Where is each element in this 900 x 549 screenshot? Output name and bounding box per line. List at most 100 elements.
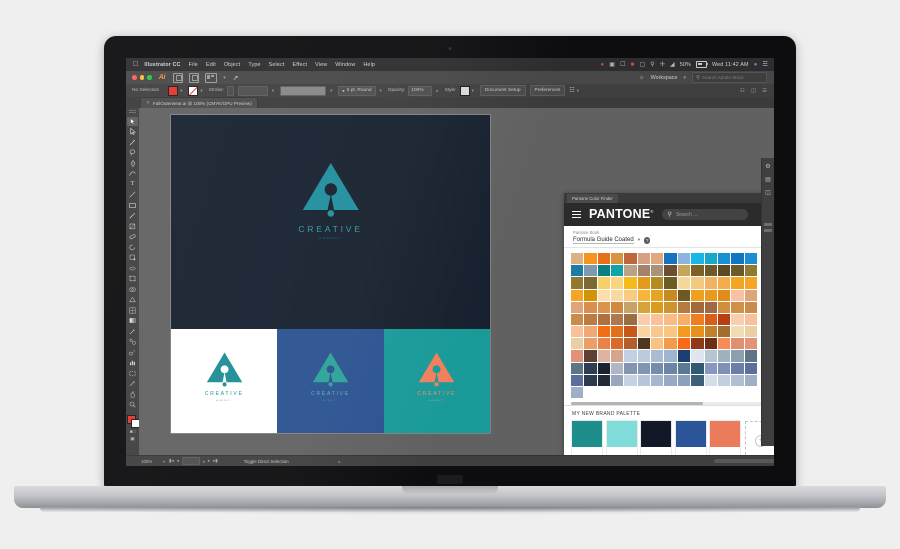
- tools-panel-grip[interactable]: [129, 110, 136, 113]
- pantone-grid-swatch[interactable]: [637, 265, 651, 277]
- pantone-grid-swatch[interactable]: [637, 326, 651, 338]
- bulb-icon[interactable]: ☼: [639, 74, 645, 81]
- first-page-icon[interactable]: ▮◂: [169, 458, 174, 464]
- selection-tool[interactable]: [127, 117, 138, 126]
- pantone-grid-swatch[interactable]: [717, 362, 731, 374]
- pantone-grid-swatch[interactable]: [637, 253, 651, 265]
- brand-palette-swatch[interactable]: PANTONE®333 C: [606, 421, 637, 456]
- menu-file[interactable]: File: [189, 62, 198, 68]
- pantone-grid-swatch[interactable]: [677, 253, 691, 265]
- pantone-grid-swatch[interactable]: [744, 265, 757, 277]
- pantone-grid-swatch[interactable]: [651, 265, 664, 277]
- pantone-grid-swatch[interactable]: [624, 338, 637, 350]
- pantone-grid-swatch[interactable]: [571, 301, 584, 313]
- pantone-grid-swatch[interactable]: [624, 350, 637, 362]
- pantone-grid-swatch[interactable]: [731, 265, 744, 277]
- magic-wand-tool[interactable]: [127, 138, 138, 147]
- pantone-grid-swatch[interactable]: [704, 313, 717, 326]
- pantone-grid-swatch[interactable]: [664, 362, 677, 374]
- chevron-down-icon[interactable]: ▾: [638, 237, 640, 243]
- pantone-grid-swatch[interactable]: [571, 350, 584, 362]
- pantone-grid-swatch[interactable]: [651, 338, 664, 350]
- pantone-grid-swatch[interactable]: [584, 326, 597, 338]
- hamburger-icon[interactable]: [572, 210, 581, 219]
- zoom-level[interactable]: 100%: [141, 459, 159, 464]
- arrange-documents-icon[interactable]: [205, 72, 218, 83]
- pantone-grid-swatch[interactable]: [677, 350, 691, 362]
- screen-icon[interactable]: ▢: [639, 61, 645, 68]
- fill-caret-icon[interactable]: ▾: [180, 88, 182, 94]
- color-mode-icons[interactable]: ■□: [128, 428, 138, 434]
- last-page-icon[interactable]: ▸▮: [213, 458, 218, 464]
- pantone-grid-swatch[interactable]: [571, 313, 584, 326]
- brand-palette-swatch[interactable]: PANTONE®7686 C: [675, 421, 706, 456]
- pantone-grid-swatch[interactable]: [624, 362, 637, 374]
- stock-search-input[interactable]: ⚲ Search Adobe Stock: [692, 72, 767, 83]
- status-mode-caret-icon[interactable]: ▸: [339, 459, 341, 464]
- pantone-grid-swatch[interactable]: [651, 289, 664, 301]
- brand-palette-swatch[interactable]: PANTONE®2434 C: [710, 421, 740, 456]
- pantone-grid-swatch[interactable]: [744, 326, 757, 338]
- pantone-grid-swatch[interactable]: [704, 265, 717, 277]
- pantone-grid-swatch[interactable]: [677, 289, 691, 301]
- zoom-window-button[interactable]: [147, 75, 152, 80]
- bluetooth-icon[interactable]: ✢: [660, 61, 665, 68]
- pantone-grid-swatch[interactable]: [597, 253, 611, 265]
- stroke-profile-caret-icon[interactable]: ▾: [330, 88, 332, 94]
- pantone-grid-swatch[interactable]: [677, 338, 691, 350]
- pantone-grid-swatch[interactable]: [651, 253, 664, 265]
- dropbox-icon[interactable]: ●: [601, 62, 605, 68]
- document-setup-button[interactable]: Document Setup: [479, 85, 526, 96]
- zoom-tool[interactable]: [127, 401, 138, 410]
- pantone-grid-swatch[interactable]: [704, 362, 717, 374]
- pantone-grid-swatch[interactable]: [584, 374, 597, 386]
- pantone-grid-swatch[interactable]: [597, 301, 611, 313]
- pantone-grid-swatch[interactable]: [651, 350, 664, 362]
- pantone-grid-swatch[interactable]: [611, 301, 624, 313]
- user-icon[interactable]: ●: [754, 62, 758, 68]
- prev-page-icon[interactable]: ◂: [177, 458, 179, 464]
- screen-mode-icon[interactable]: ▣: [128, 436, 138, 442]
- rectangle-tool[interactable]: [127, 201, 138, 210]
- pantone-grid-swatch[interactable]: [717, 326, 731, 338]
- rocket-icon[interactable]: ➚: [233, 74, 239, 82]
- pantone-grid-swatch[interactable]: [691, 265, 704, 277]
- pantone-grid-swatch[interactable]: [584, 362, 597, 374]
- pantone-grid-swatch[interactable]: [624, 265, 637, 277]
- column-graph-tool[interactable]: [127, 359, 138, 368]
- menu-edit[interactable]: Edit: [206, 62, 216, 68]
- pantone-grid-swatch[interactable]: [717, 313, 731, 326]
- shaper-tool[interactable]: [127, 222, 138, 231]
- next-page-icon[interactable]: ▸: [208, 458, 210, 464]
- pantone-grid-swatch[interactable]: [611, 374, 624, 386]
- align-icon[interactable]: ☷: [569, 87, 574, 94]
- pantone-grid-swatch[interactable]: [691, 338, 704, 350]
- pantone-grid-swatch[interactable]: [731, 253, 744, 265]
- pantone-grid-swatch[interactable]: [731, 362, 744, 374]
- apple-icon[interactable]: : [133, 61, 138, 68]
- pantone-grid-swatch[interactable]: [744, 289, 757, 301]
- pantone-grid-swatch[interactable]: [664, 301, 677, 313]
- hero-artwork[interactable]: CREATIVE AGENCY: [171, 115, 490, 329]
- pantone-grid-swatch[interactable]: [611, 289, 624, 301]
- mesh-tool[interactable]: [127, 306, 138, 315]
- pantone-grid-swatch[interactable]: [677, 265, 691, 277]
- pen-tool[interactable]: [127, 159, 138, 168]
- pantone-grid-swatch[interactable]: [637, 301, 651, 313]
- line-segment-tool[interactable]: [127, 191, 138, 200]
- opacity-caret-icon[interactable]: ▸: [436, 88, 438, 94]
- pantone-grid-swatch[interactable]: [691, 313, 704, 326]
- pantone-grid-swatch[interactable]: [744, 374, 757, 386]
- pantone-grid-swatch[interactable]: [611, 265, 624, 277]
- panel-menu-icon[interactable]: ☰: [762, 88, 767, 94]
- pantone-grid-swatch[interactable]: [584, 313, 597, 326]
- artboard-tool[interactable]: [127, 369, 138, 378]
- document-tab[interactable]: ✕ FallOuterwear.ai @ 100% (CMYK/GPU Prev…: [140, 97, 258, 108]
- properties-panel-icon[interactable]: ⚙: [764, 162, 773, 171]
- pantone-grid-swatch[interactable]: [664, 289, 677, 301]
- canvas-hscrollbar[interactable]: [714, 459, 774, 463]
- pantone-grid-swatch[interactable]: [731, 289, 744, 301]
- pantone-grid-swatch[interactable]: [571, 362, 584, 374]
- pantone-grid-swatch[interactable]: [731, 301, 744, 313]
- pantone-grid-swatch[interactable]: [731, 374, 744, 386]
